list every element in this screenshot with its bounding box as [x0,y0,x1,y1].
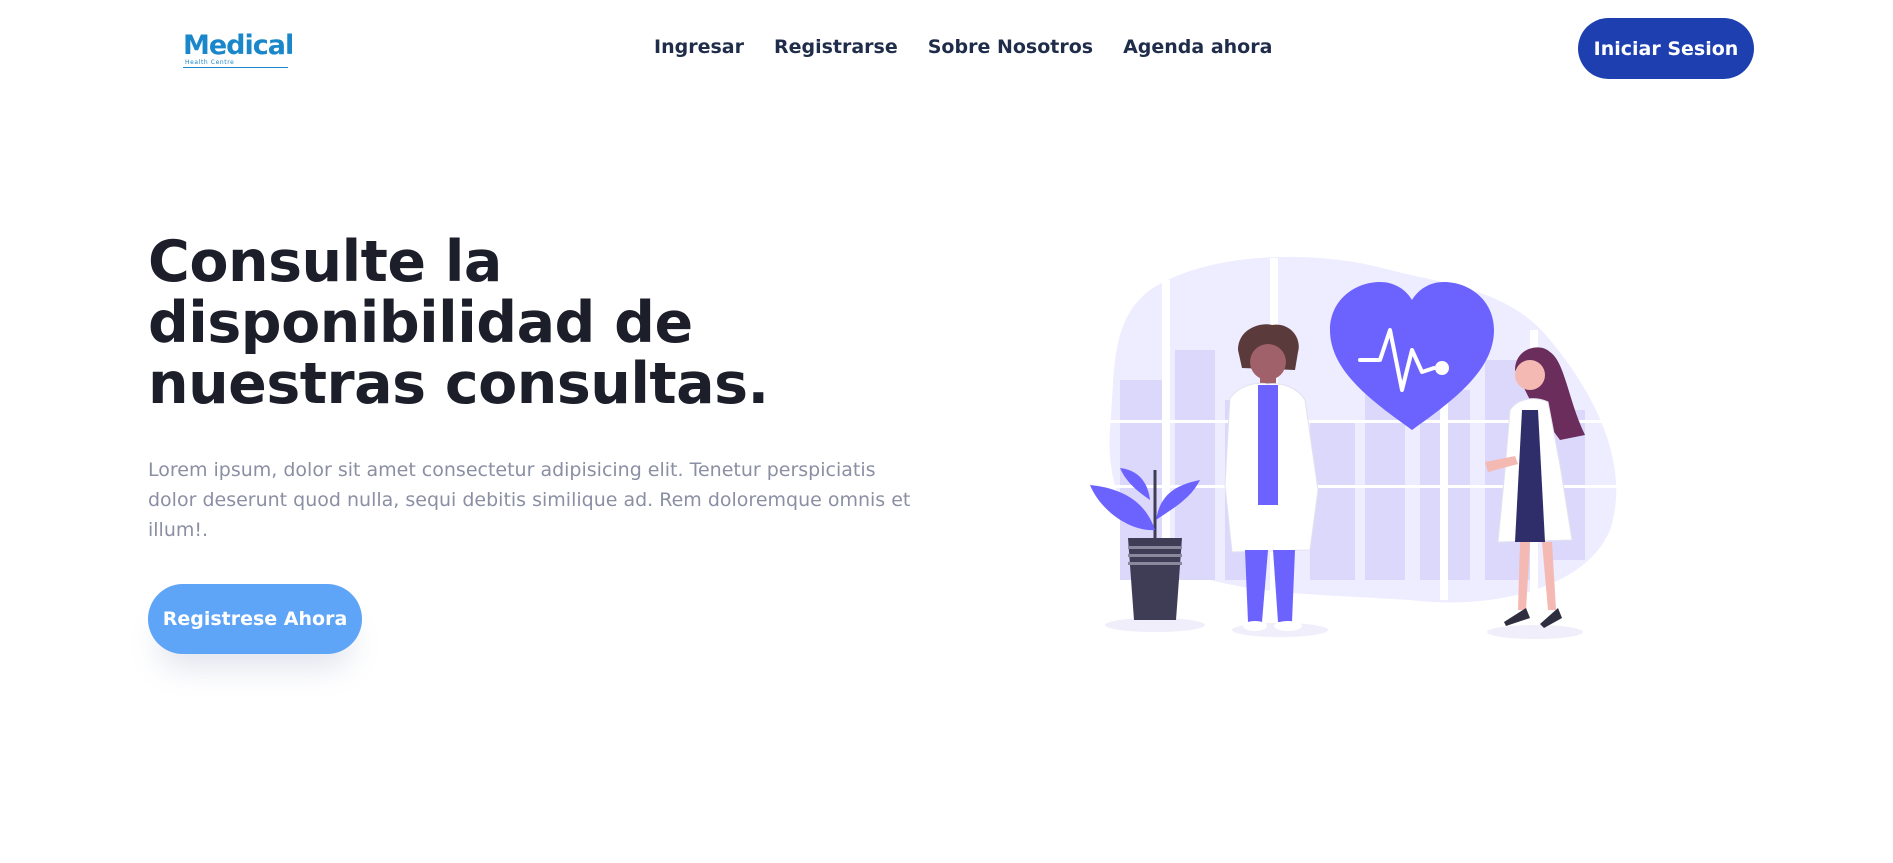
nav-link-ingresar[interactable]: Ingresar [654,36,744,58]
hero-title-line: nuestras consultas. [148,351,769,417]
logo-underline [183,67,288,68]
medical-illustration [1090,256,1620,639]
hero-title-line: Consulte la [148,229,502,295]
logo-tagline: Health Centre [185,59,235,66]
main-nav: Ingresar Registrarse Sobre Nosotros Agen… [654,36,1272,58]
nav-link-sobre-nosotros[interactable]: Sobre Nosotros [928,36,1093,58]
top-navbar: Medical Health Centre Ingresar Registrar… [0,0,1893,96]
login-button[interactable]: Iniciar Sesion [1578,18,1754,79]
hero-title: Consulte la disponibilidad de nuestras c… [148,232,828,415]
nav-link-agenda-ahora[interactable]: Agenda ahora [1123,36,1272,58]
hero-title-line: disponibilidad de [148,290,693,356]
logo-wordmark: Medical [183,30,294,61]
register-now-button[interactable]: Registrese Ahora [148,584,362,654]
nav-link-registrarse[interactable]: Registrarse [774,36,898,58]
hero-description: Lorem ipsum, dolor sit amet consectetur … [148,459,911,541]
brand-logo[interactable]: Medical Health Centre [183,30,294,68]
